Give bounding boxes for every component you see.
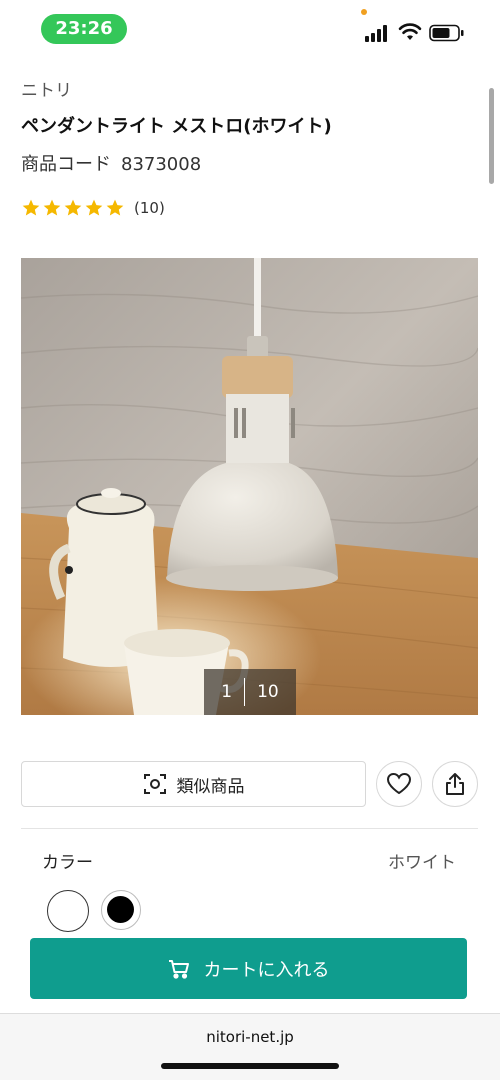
color-label: カラー bbox=[42, 853, 93, 873]
star-icon bbox=[22, 199, 40, 216]
star-icon bbox=[106, 199, 124, 216]
gallery-counter-divider bbox=[244, 678, 246, 706]
similar-products-label: 類似商品 bbox=[176, 776, 245, 797]
address-bar-domain[interactable]: nitori-net.jp bbox=[0, 1028, 500, 1046]
status-time[interactable]: 23:26 bbox=[41, 14, 127, 44]
rating[interactable]: (10) bbox=[21, 197, 165, 219]
similar-products-button[interactable]: 類似商品 bbox=[21, 761, 366, 807]
gallery-counter: 1 10 bbox=[204, 669, 296, 715]
selected-color-value: ホワイト bbox=[388, 853, 456, 873]
star-icon bbox=[43, 199, 61, 216]
product-title: ペンダントライト メストロ(ホワイト) bbox=[21, 116, 332, 137]
product-code-label: 商品コード bbox=[21, 154, 111, 175]
browser-address-bar[interactable] bbox=[0, 1013, 500, 1080]
product-code-value: 8373008 bbox=[121, 154, 202, 175]
product-code: 商品コード 8373008 bbox=[21, 150, 201, 176]
add-to-cart-button[interactable]: カートに入れる bbox=[30, 938, 467, 999]
cellular-signal-icon bbox=[365, 24, 391, 42]
privacy-indicator-dot bbox=[361, 9, 367, 15]
page-scrollbar[interactable] bbox=[489, 88, 494, 184]
gallery-current: 1 bbox=[221, 682, 233, 702]
add-to-cart-label: カートに入れる bbox=[203, 959, 330, 981]
heart-icon bbox=[386, 772, 412, 795]
share-button[interactable] bbox=[432, 761, 478, 807]
star-icon bbox=[85, 199, 103, 216]
home-indicator[interactable] bbox=[161, 1063, 339, 1069]
status-bar: 23:26 bbox=[0, 0, 500, 60]
gallery-total: 10 bbox=[257, 682, 279, 702]
brand-name[interactable]: ニトリ bbox=[21, 76, 72, 101]
battery-icon bbox=[429, 24, 464, 42]
favorite-button[interactable] bbox=[376, 761, 422, 807]
section-divider bbox=[21, 828, 478, 829]
review-count[interactable]: (10) bbox=[134, 199, 165, 217]
cart-icon bbox=[168, 959, 189, 979]
share-icon bbox=[446, 773, 464, 795]
wifi-icon bbox=[398, 23, 422, 40]
image-search-icon bbox=[143, 774, 166, 794]
color-swatch-white[interactable] bbox=[47, 890, 89, 932]
color-swatch-black[interactable] bbox=[101, 890, 141, 930]
star-icon bbox=[64, 199, 82, 216]
product-image[interactable] bbox=[21, 258, 478, 715]
